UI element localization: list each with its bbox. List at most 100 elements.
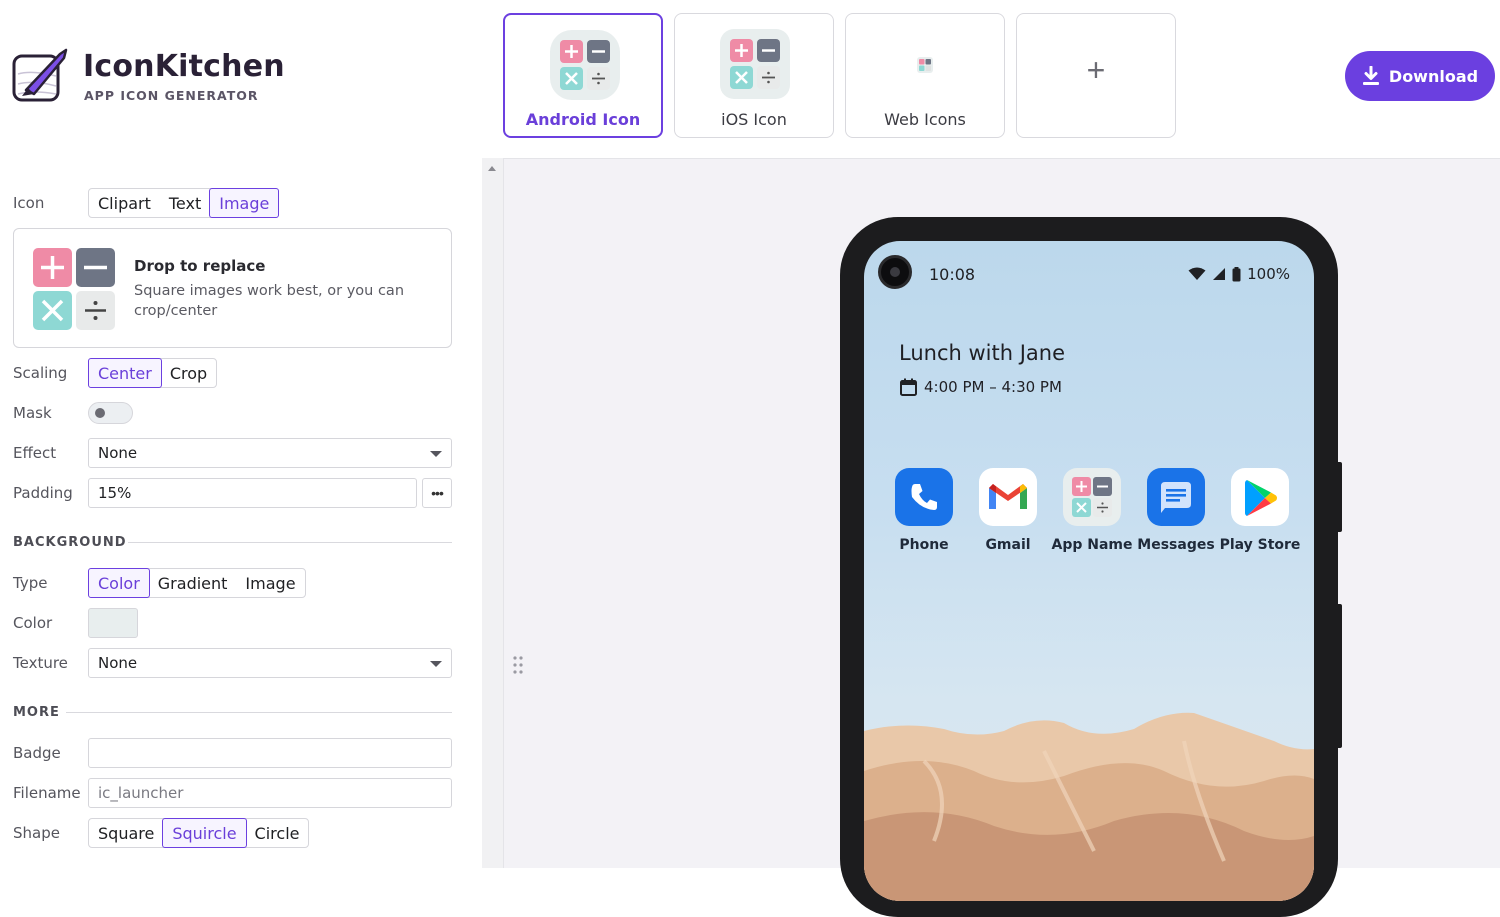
- icon-source-image[interactable]: Image: [209, 188, 280, 218]
- bg-color-label: Color: [13, 614, 53, 632]
- settings-panel: Icon Clipart Text Image Drop to replace …: [0, 158, 482, 868]
- download-label: Download: [1388, 66, 1479, 86]
- app-app-name[interactable]: App Name: [1050, 468, 1134, 553]
- icon-source-text[interactable]: Text: [160, 189, 210, 217]
- tile-label: Web Icons: [884, 110, 966, 129]
- effect-select[interactable]: None: [88, 438, 452, 468]
- bg-type-toggle: Color Gradient Image: [88, 568, 306, 598]
- brand-title: IconKitchen: [83, 49, 285, 84]
- phone-side-button: [1336, 462, 1342, 532]
- bg-type-image[interactable]: Image: [236, 569, 304, 597]
- download-button[interactable]: Download: [1345, 51, 1495, 101]
- tile-add-target[interactable]: +: [1016, 13, 1176, 138]
- panel-scrollbar[interactable]: [482, 158, 503, 868]
- tile-label: iOS Icon: [721, 110, 787, 129]
- app-label: App Name: [1051, 537, 1133, 553]
- scroll-up-arrow-icon[interactable]: [488, 166, 496, 171]
- event-time-text: 4:00 PM – 4:30 PM: [924, 378, 1062, 396]
- bg-type-color[interactable]: Color: [88, 568, 150, 598]
- effect-value: None: [98, 444, 138, 462]
- status-time: 10:08: [929, 265, 976, 284]
- shape-toggle: Square Squircle Circle: [88, 818, 310, 848]
- iconkitchen-logo-icon: [12, 48, 68, 102]
- gmail-icon: [979, 468, 1037, 526]
- cell-signal-icon: [1213, 268, 1226, 280]
- calculator-icon: [550, 30, 620, 100]
- messages-icon: [1147, 468, 1205, 526]
- texture-value: None: [98, 654, 138, 672]
- dropzone-title: Drop to replace: [134, 257, 266, 275]
- app-label: Play Store: [1219, 537, 1301, 553]
- texture-select[interactable]: None: [88, 648, 452, 678]
- icon-label: Icon: [13, 194, 45, 212]
- calculator-icon: [1063, 468, 1121, 526]
- camera-icon: [878, 255, 912, 289]
- shape-squircle[interactable]: Squircle: [162, 818, 247, 848]
- badge-field[interactable]: [88, 738, 452, 768]
- phone-icon: [895, 468, 953, 526]
- battery-percent: 100%: [1247, 265, 1290, 283]
- shape-square[interactable]: Square: [89, 819, 163, 847]
- padding-more-button[interactable]: •••: [422, 478, 452, 508]
- battery-icon: [1232, 266, 1241, 281]
- play-store-icon: [1231, 468, 1289, 526]
- scaling-label: Scaling: [13, 364, 68, 382]
- event-time: 4:00 PM – 4:30 PM: [900, 378, 1062, 396]
- wifi-icon: [1188, 267, 1206, 280]
- scaling-center[interactable]: Center: [88, 358, 162, 388]
- app-messages[interactable]: Messages: [1134, 468, 1218, 553]
- app-label: Phone: [899, 537, 949, 553]
- icon-source-toggle: Clipart Text Image: [88, 188, 280, 218]
- more-icon: •••: [431, 485, 444, 501]
- mask-toggle[interactable]: [88, 402, 133, 424]
- scaling-toggle: Center Crop: [88, 358, 218, 388]
- section-divider: [66, 712, 452, 713]
- calculator-icon: [720, 29, 790, 99]
- filename-input[interactable]: [98, 784, 442, 802]
- filename-label: Filename: [13, 784, 81, 802]
- app-row: Phone Gmail App Name Messages Play Store: [882, 468, 1302, 553]
- event-title[interactable]: Lunch with Jane: [899, 341, 1065, 365]
- bg-color-swatch[interactable]: [88, 608, 138, 638]
- bg-type-gradient[interactable]: Gradient: [149, 569, 237, 597]
- more-heading: MORE: [13, 705, 60, 720]
- wallpaper-mountains: [864, 712, 1314, 901]
- brand-subtitle: APP ICON GENERATOR: [84, 88, 259, 103]
- drag-handle-icon[interactable]: [513, 655, 523, 675]
- calendar-icon: [900, 378, 917, 396]
- padding-field[interactable]: 15%: [88, 478, 417, 508]
- bg-type-label: Type: [13, 574, 48, 592]
- image-dropzone[interactable]: Drop to replace Square images work best,…: [13, 228, 452, 348]
- tile-android-icon[interactable]: Android Icon: [503, 13, 663, 138]
- filename-field[interactable]: [88, 778, 452, 808]
- tile-web-icons[interactable]: Web Icons: [845, 13, 1005, 138]
- calculator-icon: [33, 248, 115, 330]
- background-heading: BACKGROUND: [13, 535, 127, 550]
- padding-value: 15%: [98, 484, 132, 502]
- download-icon: [1362, 66, 1379, 85]
- padding-label: Padding: [13, 484, 73, 502]
- mask-label: Mask: [13, 404, 52, 422]
- section-divider: [128, 542, 452, 543]
- badge-input[interactable]: [98, 744, 442, 762]
- phone-side-button: [1336, 604, 1342, 748]
- dropzone-description: Square images work best, or you can crop…: [134, 283, 405, 319]
- plus-icon: +: [1086, 52, 1106, 88]
- calculator-icon: [917, 57, 933, 73]
- status-icons: 100%: [1188, 265, 1290, 283]
- effect-label: Effect: [13, 444, 57, 462]
- shape-circle[interactable]: Circle: [246, 819, 309, 847]
- app-play-store[interactable]: Play Store: [1218, 468, 1302, 553]
- scaling-crop[interactable]: Crop: [161, 359, 216, 387]
- badge-label: Badge: [13, 744, 61, 762]
- tile-label: Android Icon: [525, 110, 641, 129]
- icon-source-clipart[interactable]: Clipart: [89, 189, 160, 217]
- target-tiles: Android Icon iOS Icon Web Icons +: [503, 13, 1176, 138]
- app-label: Messages: [1137, 537, 1215, 553]
- app-label: Gmail: [985, 537, 1031, 553]
- app-phone[interactable]: Phone: [882, 468, 966, 553]
- app-gmail[interactable]: Gmail: [966, 468, 1050, 553]
- shape-label: Shape: [13, 824, 60, 842]
- phone-screen: 10:08 100% Lunch with Jane 4:00 PM – 4:3…: [864, 241, 1314, 901]
- tile-ios-icon[interactable]: iOS Icon: [674, 13, 834, 138]
